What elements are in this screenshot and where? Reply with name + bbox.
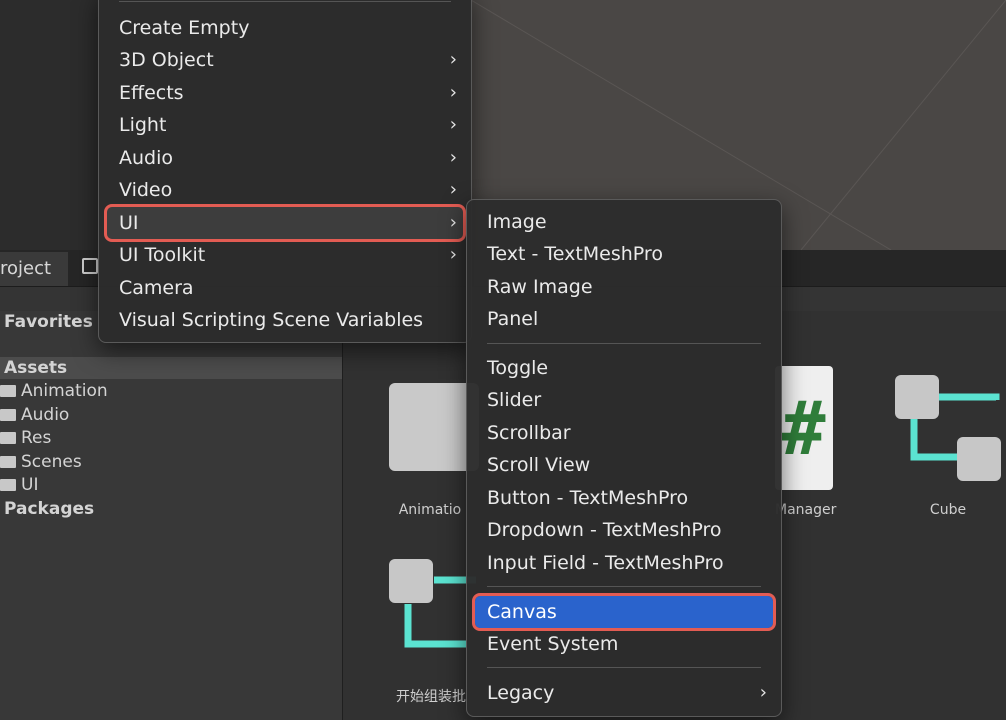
tree-item-packages[interactable]: Packages	[4, 498, 94, 520]
asset-label-cube: Cube	[929, 502, 967, 518]
submenu-item-dropdown-textmeshpro[interactable]: Dropdown - TextMeshPro	[475, 514, 773, 546]
chevron-right-icon: ›	[449, 244, 457, 265]
asset-label-start: 开始组装批	[396, 689, 466, 705]
folder-icon	[0, 385, 16, 397]
chevron-right-icon: ›	[759, 682, 767, 703]
submenu-item-image[interactable]: Image	[475, 206, 773, 238]
menu-item-light[interactable]: Light ›	[107, 109, 463, 141]
submenu-item-panel[interactable]: Panel	[475, 303, 773, 335]
submenu-item-text-textmeshpro[interactable]: Text - TextMeshPro	[475, 238, 773, 270]
menu-separator	[487, 667, 761, 668]
gameobject-context-menu: Create Empty 3D Object › Effects › Light › …	[98, 0, 472, 343]
tree-item-animation[interactable]: Animation	[0, 380, 108, 402]
menu-item-ui[interactable]: UI ›	[104, 204, 466, 242]
folder-icon	[0, 479, 16, 491]
submenu-item-slider[interactable]: Slider	[475, 384, 773, 416]
console-icon[interactable]	[82, 258, 98, 274]
menu-separator	[487, 586, 761, 587]
tree-item-audio[interactable]: Audio	[0, 404, 69, 426]
prefab-cube-icon[interactable]	[890, 370, 1006, 482]
menu-item-video[interactable]: Video ›	[107, 174, 463, 206]
asset-label-manager: Manager	[775, 502, 837, 518]
tree-item-assets[interactable]: Assets	[0, 357, 342, 379]
tree-item-res[interactable]: Res	[0, 427, 51, 449]
submenu-item-toggle[interactable]: Toggle	[475, 352, 773, 384]
folder-icon	[0, 409, 16, 421]
menu-item-visual-scripting-scene-variables[interactable]: Visual Scripting Scene Variables	[107, 304, 463, 336]
chevron-right-icon: ›	[449, 114, 457, 135]
chevron-right-icon: ›	[449, 147, 457, 168]
chevron-right-icon: ›	[449, 82, 457, 103]
menu-item-camera[interactable]: Camera	[107, 272, 463, 304]
chevron-right-icon: ›	[449, 49, 457, 70]
hash-glyph: #	[781, 386, 826, 472]
menu-item-ui-toolkit[interactable]: UI Toolkit ›	[107, 239, 463, 271]
menu-separator	[487, 343, 761, 344]
favorites-label[interactable]: Favorites	[4, 311, 93, 333]
submenu-item-scroll-view[interactable]: Scroll View	[475, 449, 773, 481]
submenu-item-input-field-textmeshpro[interactable]: Input Field - TextMeshPro	[475, 547, 773, 579]
folder-icon	[0, 456, 16, 468]
menu-item-create-empty[interactable]: Create Empty	[107, 12, 463, 44]
chevron-right-icon: ›	[449, 179, 457, 200]
project-tree-panel: Favorites Assets Animation Audio Res Sce…	[0, 311, 343, 720]
submenu-item-button-textmeshpro[interactable]: Button - TextMeshPro	[475, 482, 773, 514]
ui-submenu: Image Text - TextMeshPro Raw Image Panel…	[466, 199, 782, 717]
submenu-item-scrollbar[interactable]: Scrollbar	[475, 417, 773, 449]
submenu-item-canvas[interactable]: Canvas	[472, 593, 776, 631]
asset-label-animation: Animatio	[398, 502, 462, 518]
menu-separator	[119, 1, 451, 2]
submenu-item-legacy[interactable]: Legacy ›	[475, 677, 773, 709]
tree-item-ui[interactable]: UI	[0, 474, 38, 496]
folder-icon	[0, 432, 16, 444]
menu-item-3d-object[interactable]: 3D Object ›	[107, 44, 463, 76]
prefab-icon[interactable]	[386, 556, 476, 666]
csharp-script-icon[interactable]: #	[775, 366, 833, 490]
tree-item-scenes[interactable]: Scenes	[0, 451, 82, 473]
submenu-item-event-system[interactable]: Event System	[475, 628, 773, 660]
submenu-item-raw-image[interactable]: Raw Image	[475, 271, 773, 303]
tab-project-label: roject	[0, 258, 52, 279]
menu-item-audio[interactable]: Audio ›	[107, 142, 463, 174]
menu-item-effects[interactable]: Effects ›	[107, 77, 463, 109]
chevron-right-icon: ›	[449, 212, 457, 233]
tab-project[interactable]: roject	[0, 252, 68, 286]
